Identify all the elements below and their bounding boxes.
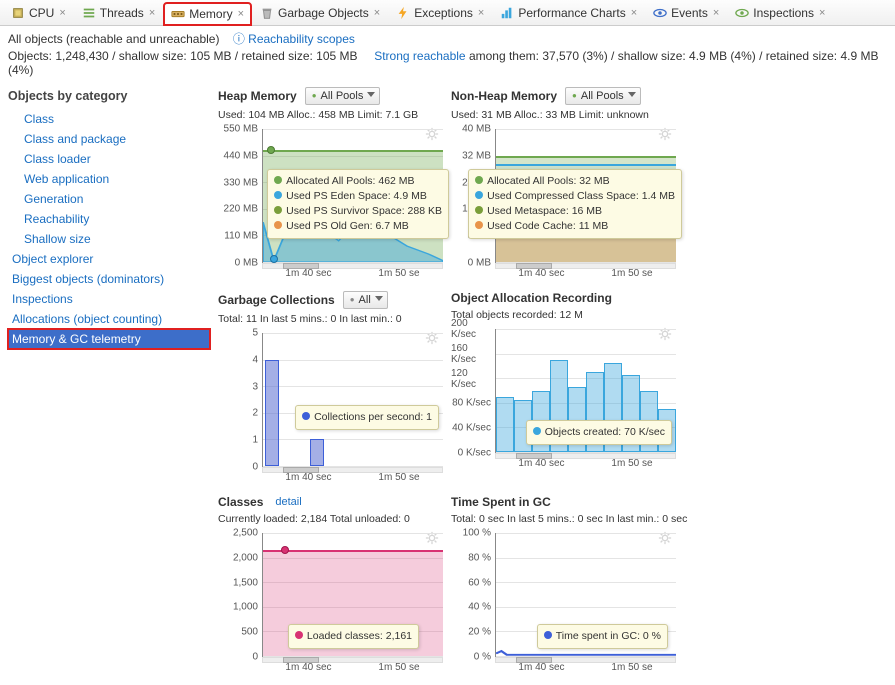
sidebar-item-class-loader[interactable]: Class loader xyxy=(8,149,210,169)
sidebar-title: Objects by category xyxy=(8,89,210,103)
close-icon[interactable]: × xyxy=(238,8,244,20)
classes-panel: Classes detail Currently loaded: 2,184 Tot… xyxy=(218,495,443,677)
eye2-icon xyxy=(735,6,749,20)
sidebar-item-object-explorer[interactable]: Object explorer xyxy=(8,249,210,269)
info-icon: ⓘ xyxy=(233,32,245,46)
panel-subline: Total: 0 sec In last 5 mins.: 0 sec In l… xyxy=(451,513,676,525)
detail-link[interactable]: detail xyxy=(275,496,301,508)
pool-selector[interactable]: All Pools xyxy=(565,87,641,105)
chart-tooltip: Objects created: 70 K/sec xyxy=(526,420,672,445)
panel-subline: Used: 31 MB Alloc.: 33 MB Limit: unknown xyxy=(451,109,676,121)
tab-performance-charts[interactable]: Performance Charts× xyxy=(493,2,644,24)
panel-title: Non-Heap Memory xyxy=(451,89,557,103)
summary-line-1: All objects (reachable and unreachable) … xyxy=(0,26,895,49)
sidebar-item-memory-gc-telemetry[interactable]: Memory & GC telemetry xyxy=(8,329,210,349)
non-heap-memory-panel: Non-Heap Memory All Pools Used: 31 MB Allo… xyxy=(451,87,676,283)
panels-area: Heap Memory All Pools Used: 104 MB Alloc.:… xyxy=(210,79,895,685)
chart-tooltip: Collections per second: 1 xyxy=(295,405,439,430)
panel-title: Object Allocation Recording xyxy=(451,291,612,305)
tab-cpu[interactable]: CPU× xyxy=(4,2,73,24)
memory-icon xyxy=(171,7,185,21)
bolt-icon xyxy=(396,6,410,20)
chart-tooltip: Allocated All Pools: 462 MBUsed PS Eden … xyxy=(267,169,449,239)
tab-events[interactable]: Events× xyxy=(646,2,726,24)
close-icon[interactable]: × xyxy=(149,7,155,19)
sidebar: Objects by category ClassClass and packa… xyxy=(0,79,210,685)
object-allocation-panel: Object Allocation RecordingTotal objects… xyxy=(451,291,676,487)
tab-garbage-objects[interactable]: Garbage Objects× xyxy=(253,2,387,24)
reachability-scopes-link[interactable]: Reachability scopes xyxy=(248,32,355,46)
trash-icon xyxy=(260,6,274,20)
sidebar-item-class[interactable]: Class xyxy=(8,109,210,129)
close-icon[interactable]: × xyxy=(819,7,825,19)
sidebar-item-biggest-objects-dominators-[interactable]: Biggest objects (dominators) xyxy=(8,269,210,289)
threads-icon xyxy=(82,6,96,20)
sidebar-item-class-and-package[interactable]: Class and package xyxy=(8,129,210,149)
panel-title: Time Spent in GC xyxy=(451,495,551,509)
pool-selector[interactable]: All Pools xyxy=(305,87,381,105)
close-icon[interactable]: × xyxy=(59,7,65,19)
chart-tooltip: Loaded classes: 2,161 xyxy=(288,624,419,649)
sidebar-item-shallow-size[interactable]: Shallow size xyxy=(8,229,210,249)
panel-subline: Used: 104 MB Alloc.: 458 MB Limit: 7.1 G… xyxy=(218,109,443,121)
sidebar-item-generation[interactable]: Generation xyxy=(8,189,210,209)
chart-tooltip: Allocated All Pools: 32 MBUsed Compresse… xyxy=(468,169,682,239)
chart-icon xyxy=(500,6,514,20)
time-in-gc-panel: Time Spent in GC Total: 0 sec In last 5 m… xyxy=(451,495,676,677)
summary-reach-text: All objects (reachable and unreachable) xyxy=(8,32,219,46)
panel-subline: Total: 11 In last 5 mins.: 0 In last min… xyxy=(218,313,443,325)
sidebar-item-inspections[interactable]: Inspections xyxy=(8,289,210,309)
tab-exceptions[interactable]: Exceptions× xyxy=(389,2,491,24)
heap-memory-panel: Heap Memory All Pools Used: 104 MB Alloc.:… xyxy=(218,87,443,283)
close-icon[interactable]: × xyxy=(478,7,484,19)
tab-threads[interactable]: Threads× xyxy=(75,2,162,24)
panel-title: Garbage Collections xyxy=(218,293,335,307)
close-icon[interactable]: × xyxy=(713,7,719,19)
sidebar-item-allocations-object-counting-[interactable]: Allocations (object counting) xyxy=(8,309,210,329)
close-icon[interactable]: × xyxy=(374,7,380,19)
panel-subline: Currently loaded: 2,184 Total unloaded: … xyxy=(218,513,443,525)
tab-memory[interactable]: Memory× xyxy=(164,3,251,25)
garbage-collections-panel: Garbage Collections All Total: 11 In last … xyxy=(218,291,443,487)
strong-reachable-label: Strong reachable xyxy=(374,49,465,63)
chart-tooltip: Time spent in GC: 0 % xyxy=(537,624,668,649)
summary-line-2: Objects: 1,248,430 / shallow size: 105 M… xyxy=(0,49,895,79)
pool-selector[interactable]: All xyxy=(343,291,388,309)
objects-stats: Objects: 1,248,430 / shallow size: 105 M… xyxy=(8,49,358,63)
panel-title: Heap Memory xyxy=(218,89,297,103)
eye-icon xyxy=(653,6,667,20)
cpu-icon xyxy=(11,6,25,20)
sidebar-item-reachability[interactable]: Reachability xyxy=(8,209,210,229)
tab-inspections[interactable]: Inspections× xyxy=(728,2,832,24)
tab-bar: CPU×Threads×Memory×Garbage Objects×Excep… xyxy=(0,0,895,26)
panel-title: Classes xyxy=(218,495,263,509)
sidebar-item-web-application[interactable]: Web application xyxy=(8,169,210,189)
close-icon[interactable]: × xyxy=(631,7,637,19)
